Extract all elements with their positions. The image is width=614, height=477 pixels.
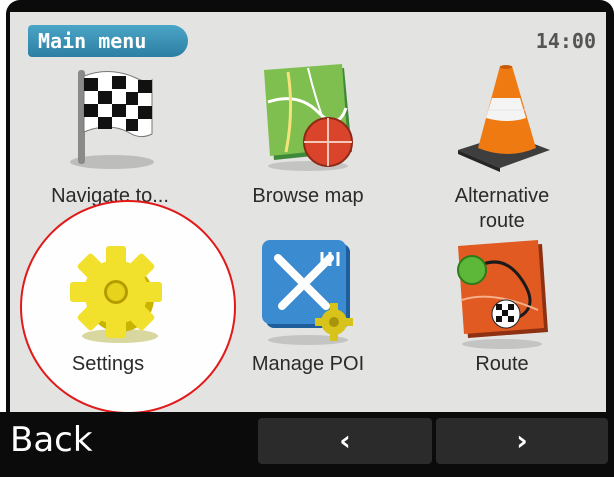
chevron-right-icon: › <box>516 424 528 457</box>
menu-item-label: Manage POI <box>251 353 365 375</box>
menu-item-manage-poi[interactable]: Manage POI <box>218 240 398 410</box>
back-button[interactable]: Back <box>10 418 160 462</box>
menu-item-browse-map[interactable]: Browse map <box>218 62 398 232</box>
menu-item-alternative-route[interactable]: Alternative route <box>412 62 592 232</box>
menu-item-label: Settings <box>71 353 145 375</box>
menu-item-label: Browse map <box>252 185 364 207</box>
menu-item-label: Navigate to... <box>51 185 169 207</box>
traffic-cone-icon <box>452 62 552 172</box>
menu-title: Main menu <box>28 25 188 57</box>
menu-item-navigate-to[interactable]: Navigate to... <box>20 62 200 232</box>
chevron-left-icon: ‹ <box>339 424 351 457</box>
poi-cutlery-icon <box>258 240 358 350</box>
menu-item-label: Alternative route <box>454 185 550 232</box>
map-icon <box>258 62 358 172</box>
checkered-flag-icon <box>60 62 160 172</box>
route-map-icon <box>452 240 552 350</box>
menu-item-label: Route <box>475 353 529 375</box>
next-page-button[interactable]: › <box>436 418 608 464</box>
menu-item-route[interactable]: Route <box>412 240 592 410</box>
menu-item-settings[interactable]: Settings <box>38 240 218 410</box>
clock: 14:00 <box>535 29 596 53</box>
previous-page-button[interactable]: ‹ <box>258 418 432 464</box>
gear-icon <box>60 240 170 350</box>
